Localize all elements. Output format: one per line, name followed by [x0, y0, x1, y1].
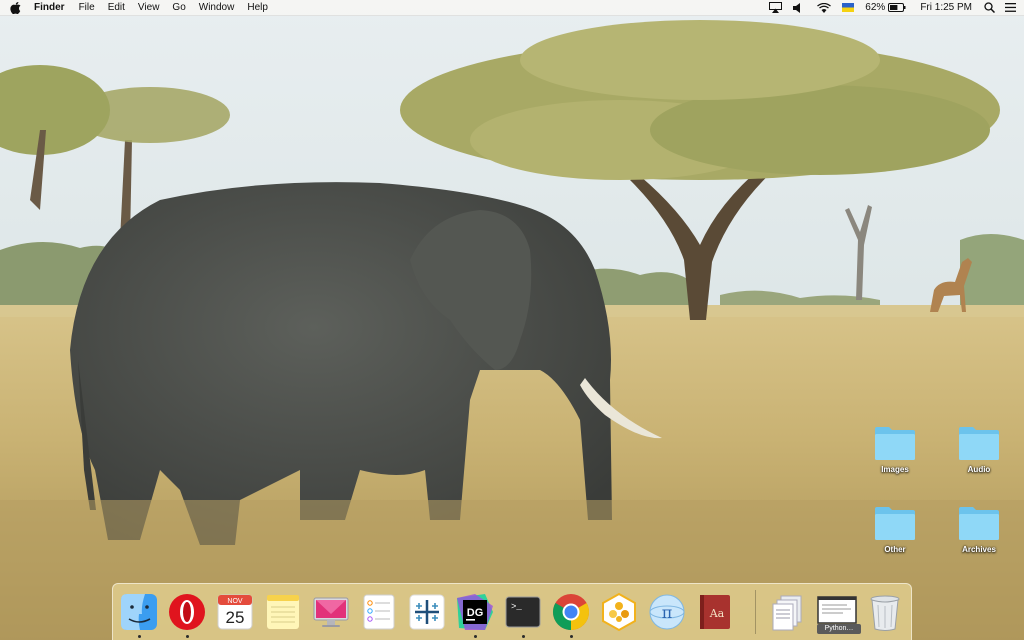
desktop-folder-archives[interactable]: Archives	[944, 505, 1014, 554]
menu-view[interactable]: View	[138, 0, 160, 16]
desktop-folder-audio[interactable]: Audio	[944, 425, 1014, 474]
trash-icon	[870, 595, 900, 631]
dock: NOV 25 DG >_ π Aa Python…	[112, 583, 912, 640]
ukrainian-flag-icon[interactable]	[842, 3, 855, 12]
svg-text:π: π	[662, 603, 673, 622]
menu-go[interactable]: Go	[172, 0, 185, 16]
folder-label: Archives	[962, 545, 996, 554]
dock-reminders[interactable]	[359, 592, 399, 632]
python-window-label: Python…	[817, 624, 861, 634]
dictionary-text: Aa	[709, 607, 725, 620]
folder-icon	[875, 427, 915, 460]
running-indicator	[522, 635, 525, 638]
running-indicator	[570, 635, 573, 638]
running-indicator	[138, 635, 141, 638]
running-indicator	[474, 635, 477, 638]
menu-app-finder[interactable]: Finder	[34, 0, 65, 16]
datagrip-icon: DG	[457, 594, 493, 630]
menu-window[interactable]: Window	[199, 0, 235, 16]
dock-chrome[interactable]	[551, 592, 591, 632]
chrome-icon	[552, 594, 590, 630]
dock-flower-app[interactable]	[599, 592, 639, 632]
reminders-icon	[363, 594, 395, 630]
dock-trash[interactable]	[865, 592, 905, 632]
battery-icon[interactable]	[888, 3, 906, 12]
folder-icon	[959, 427, 999, 460]
battery-percent[interactable]: 62%	[865, 0, 885, 16]
calendar-icon: NOV 25	[217, 594, 253, 630]
terminal-icon: >_	[505, 596, 541, 628]
folder-icon	[875, 507, 915, 540]
datagrip-text: DG	[467, 607, 484, 619]
desktop-folder-other[interactable]: Other	[860, 505, 930, 554]
tableau-icon	[409, 594, 445, 630]
airplay-icon[interactable]	[769, 2, 783, 13]
menu-help[interactable]: Help	[247, 0, 268, 16]
menubar-clock[interactable]: Fri 1:25 PM	[920, 0, 972, 16]
finder-icon	[121, 594, 157, 630]
menu-edit[interactable]: Edit	[108, 0, 125, 16]
dock-dictionary[interactable]: Aa	[695, 592, 735, 632]
folder-label: Other	[884, 545, 906, 554]
dock-terminal[interactable]: >_	[503, 592, 543, 632]
dock-datagrip[interactable]: DG	[455, 592, 495, 632]
folder-label: Audio	[967, 465, 991, 474]
folder-icon	[959, 507, 999, 540]
terminal-prompt: >_	[511, 602, 522, 612]
pi-sphere-icon: π	[649, 594, 685, 630]
apple-logo-icon[interactable]	[8, 1, 22, 15]
dock-calendar[interactable]: NOV 25	[215, 592, 255, 632]
menu-bar: Finder File Edit View Go Window Help 62%…	[0, 0, 1024, 16]
list-icon[interactable]	[1005, 3, 1016, 12]
dock-separator	[755, 590, 756, 634]
dock-finder[interactable]	[119, 592, 159, 632]
flower-icon	[602, 592, 636, 632]
cleanmymac-icon	[313, 597, 349, 627]
desktop-folder-images[interactable]: Images	[860, 425, 930, 474]
dock-notes[interactable]	[263, 592, 303, 632]
dock-pi-app[interactable]: π	[647, 592, 687, 632]
notes-icon	[267, 595, 299, 629]
folder-label: Images	[881, 465, 909, 474]
dock-tableau[interactable]	[407, 592, 447, 632]
search-icon[interactable]	[984, 2, 995, 13]
calendar-month: NOV	[227, 598, 243, 605]
dock-cleanmymac[interactable]	[311, 592, 351, 632]
running-indicator	[186, 635, 189, 638]
dock-documents-stack[interactable]	[769, 592, 809, 632]
calendar-day: 25	[226, 608, 245, 627]
dock-opera[interactable]	[167, 592, 207, 632]
volume-icon[interactable]	[793, 2, 803, 13]
wifi-icon[interactable]	[817, 2, 832, 13]
menu-file[interactable]: File	[79, 0, 95, 16]
documents-stack-icon	[772, 595, 802, 631]
opera-icon	[169, 594, 205, 630]
dictionary-icon: Aa	[700, 595, 730, 629]
